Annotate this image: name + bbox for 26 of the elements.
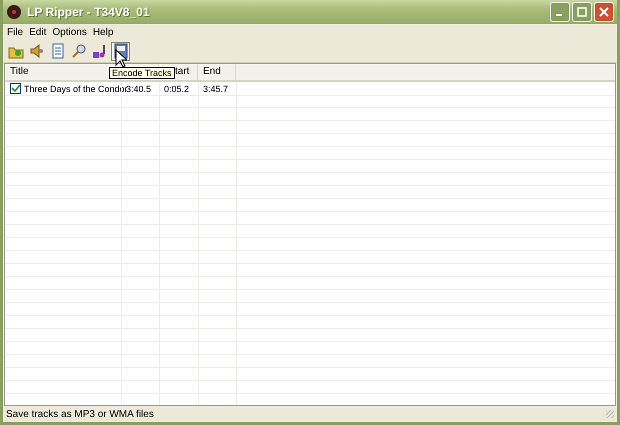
- status-text: Save tracks as MP3 or WMA files: [6, 408, 154, 420]
- minimize-button[interactable]: [550, 2, 570, 22]
- table-cell: 3:45.7: [203, 84, 228, 94]
- table-cell: 3:40.5: [126, 84, 152, 94]
- menu-item[interactable]: Help: [92, 26, 114, 38]
- tooltip: Encode Tracks: [109, 67, 175, 79]
- column-header[interactable]: tart: [175, 66, 190, 77]
- table-cell: Three Days of the Condor: [24, 84, 128, 94]
- document-icon: [50, 43, 66, 59]
- window-title: LP Ripper - T34V8_01: [27, 5, 150, 19]
- menu-item[interactable]: Options: [52, 26, 87, 38]
- close-icon: [599, 7, 609, 17]
- speaker-icon: [28, 43, 44, 59]
- column-header[interactable]: End: [203, 66, 221, 77]
- record-icon: [6, 4, 22, 20]
- minimize-icon: [556, 14, 562, 16]
- menu-item[interactable]: File: [7, 26, 24, 38]
- magnifier-icon: [70, 43, 86, 59]
- close-button[interactable]: [594, 2, 614, 22]
- music-note-icon: [92, 43, 108, 59]
- maximize-icon: [577, 7, 587, 17]
- maximize-button[interactable]: [572, 2, 592, 22]
- table-cell: 0:05.2: [164, 84, 190, 94]
- checkbox[interactable]: [10, 83, 21, 94]
- menu-item[interactable]: Edit: [29, 26, 46, 38]
- column-header[interactable]: Title: [10, 66, 29, 77]
